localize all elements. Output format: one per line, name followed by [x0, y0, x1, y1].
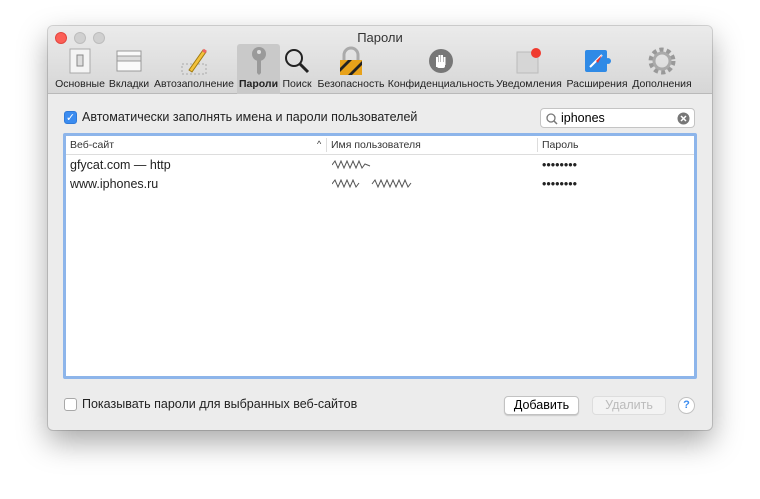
column-password[interactable]: Пароль — [542, 139, 578, 151]
tab-privacy[interactable]: Конфиденциальность — [388, 44, 494, 94]
preferences-window: Пароли Основные Вкладки Автозаполнение П… — [48, 26, 712, 430]
hand-icon — [428, 44, 454, 77]
tab-notifications[interactable]: Уведомления — [494, 44, 564, 94]
magnifier-icon — [284, 44, 310, 77]
redacted-username — [332, 160, 371, 170]
column-website[interactable]: Веб-сайт — [70, 139, 114, 151]
show-passwords-label: Показывать пароли для выбранных веб-сайт… — [82, 397, 358, 411]
tab-general[interactable]: Основные — [54, 44, 106, 94]
tab-advanced[interactable]: Дополнения — [630, 44, 694, 94]
table-header: Веб-сайт ^ Имя пользователя Пароль — [66, 136, 694, 155]
autofill-checkbox[interactable]: ✓ — [64, 111, 77, 124]
tab-autofill[interactable]: Автозаполнение — [152, 44, 236, 94]
tabs-icon — [116, 44, 142, 77]
general-switch-icon — [69, 44, 91, 77]
autofill-pencil-icon — [181, 44, 207, 77]
help-button[interactable]: ? — [678, 397, 695, 414]
add-button[interactable]: Добавить — [504, 396, 579, 415]
tab-extensions[interactable]: Расширения — [564, 44, 630, 94]
tab-security[interactable]: Безопасность — [314, 44, 388, 94]
puzzle-compass-icon — [583, 44, 611, 77]
tab-search[interactable]: Поиск — [280, 44, 314, 94]
padlock-icon — [338, 44, 364, 77]
clear-search-icon[interactable] — [677, 112, 690, 125]
notification-icon — [515, 44, 543, 77]
tab-passwords[interactable]: Пароли — [237, 44, 280, 94]
remove-button[interactable]: Удалить — [592, 396, 666, 415]
tab-tabs[interactable]: Вкладки — [106, 44, 152, 94]
sort-ascending-icon: ^ — [317, 139, 322, 149]
key-icon — [250, 44, 268, 77]
table-row[interactable]: www.iphones.ru •••••••• — [66, 175, 694, 194]
search-input[interactable]: iphones — [540, 108, 695, 128]
window-title: Пароли — [357, 30, 403, 45]
column-username[interactable]: Имя пользователя — [331, 139, 421, 151]
autofill-label: Автоматически заполнять имена и пароли п… — [82, 110, 418, 124]
search-icon — [546, 113, 558, 125]
toolbar: Пароли Основные Вкладки Автозаполнение П… — [48, 26, 712, 94]
show-passwords-checkbox[interactable] — [64, 398, 77, 411]
table-row[interactable]: gfycat.com — http •••••••• — [66, 156, 694, 175]
redacted-username — [332, 179, 412, 189]
gear-icon — [648, 44, 676, 77]
passwords-table[interactable]: Веб-сайт ^ Имя пользователя Пароль gfyca… — [63, 133, 697, 379]
